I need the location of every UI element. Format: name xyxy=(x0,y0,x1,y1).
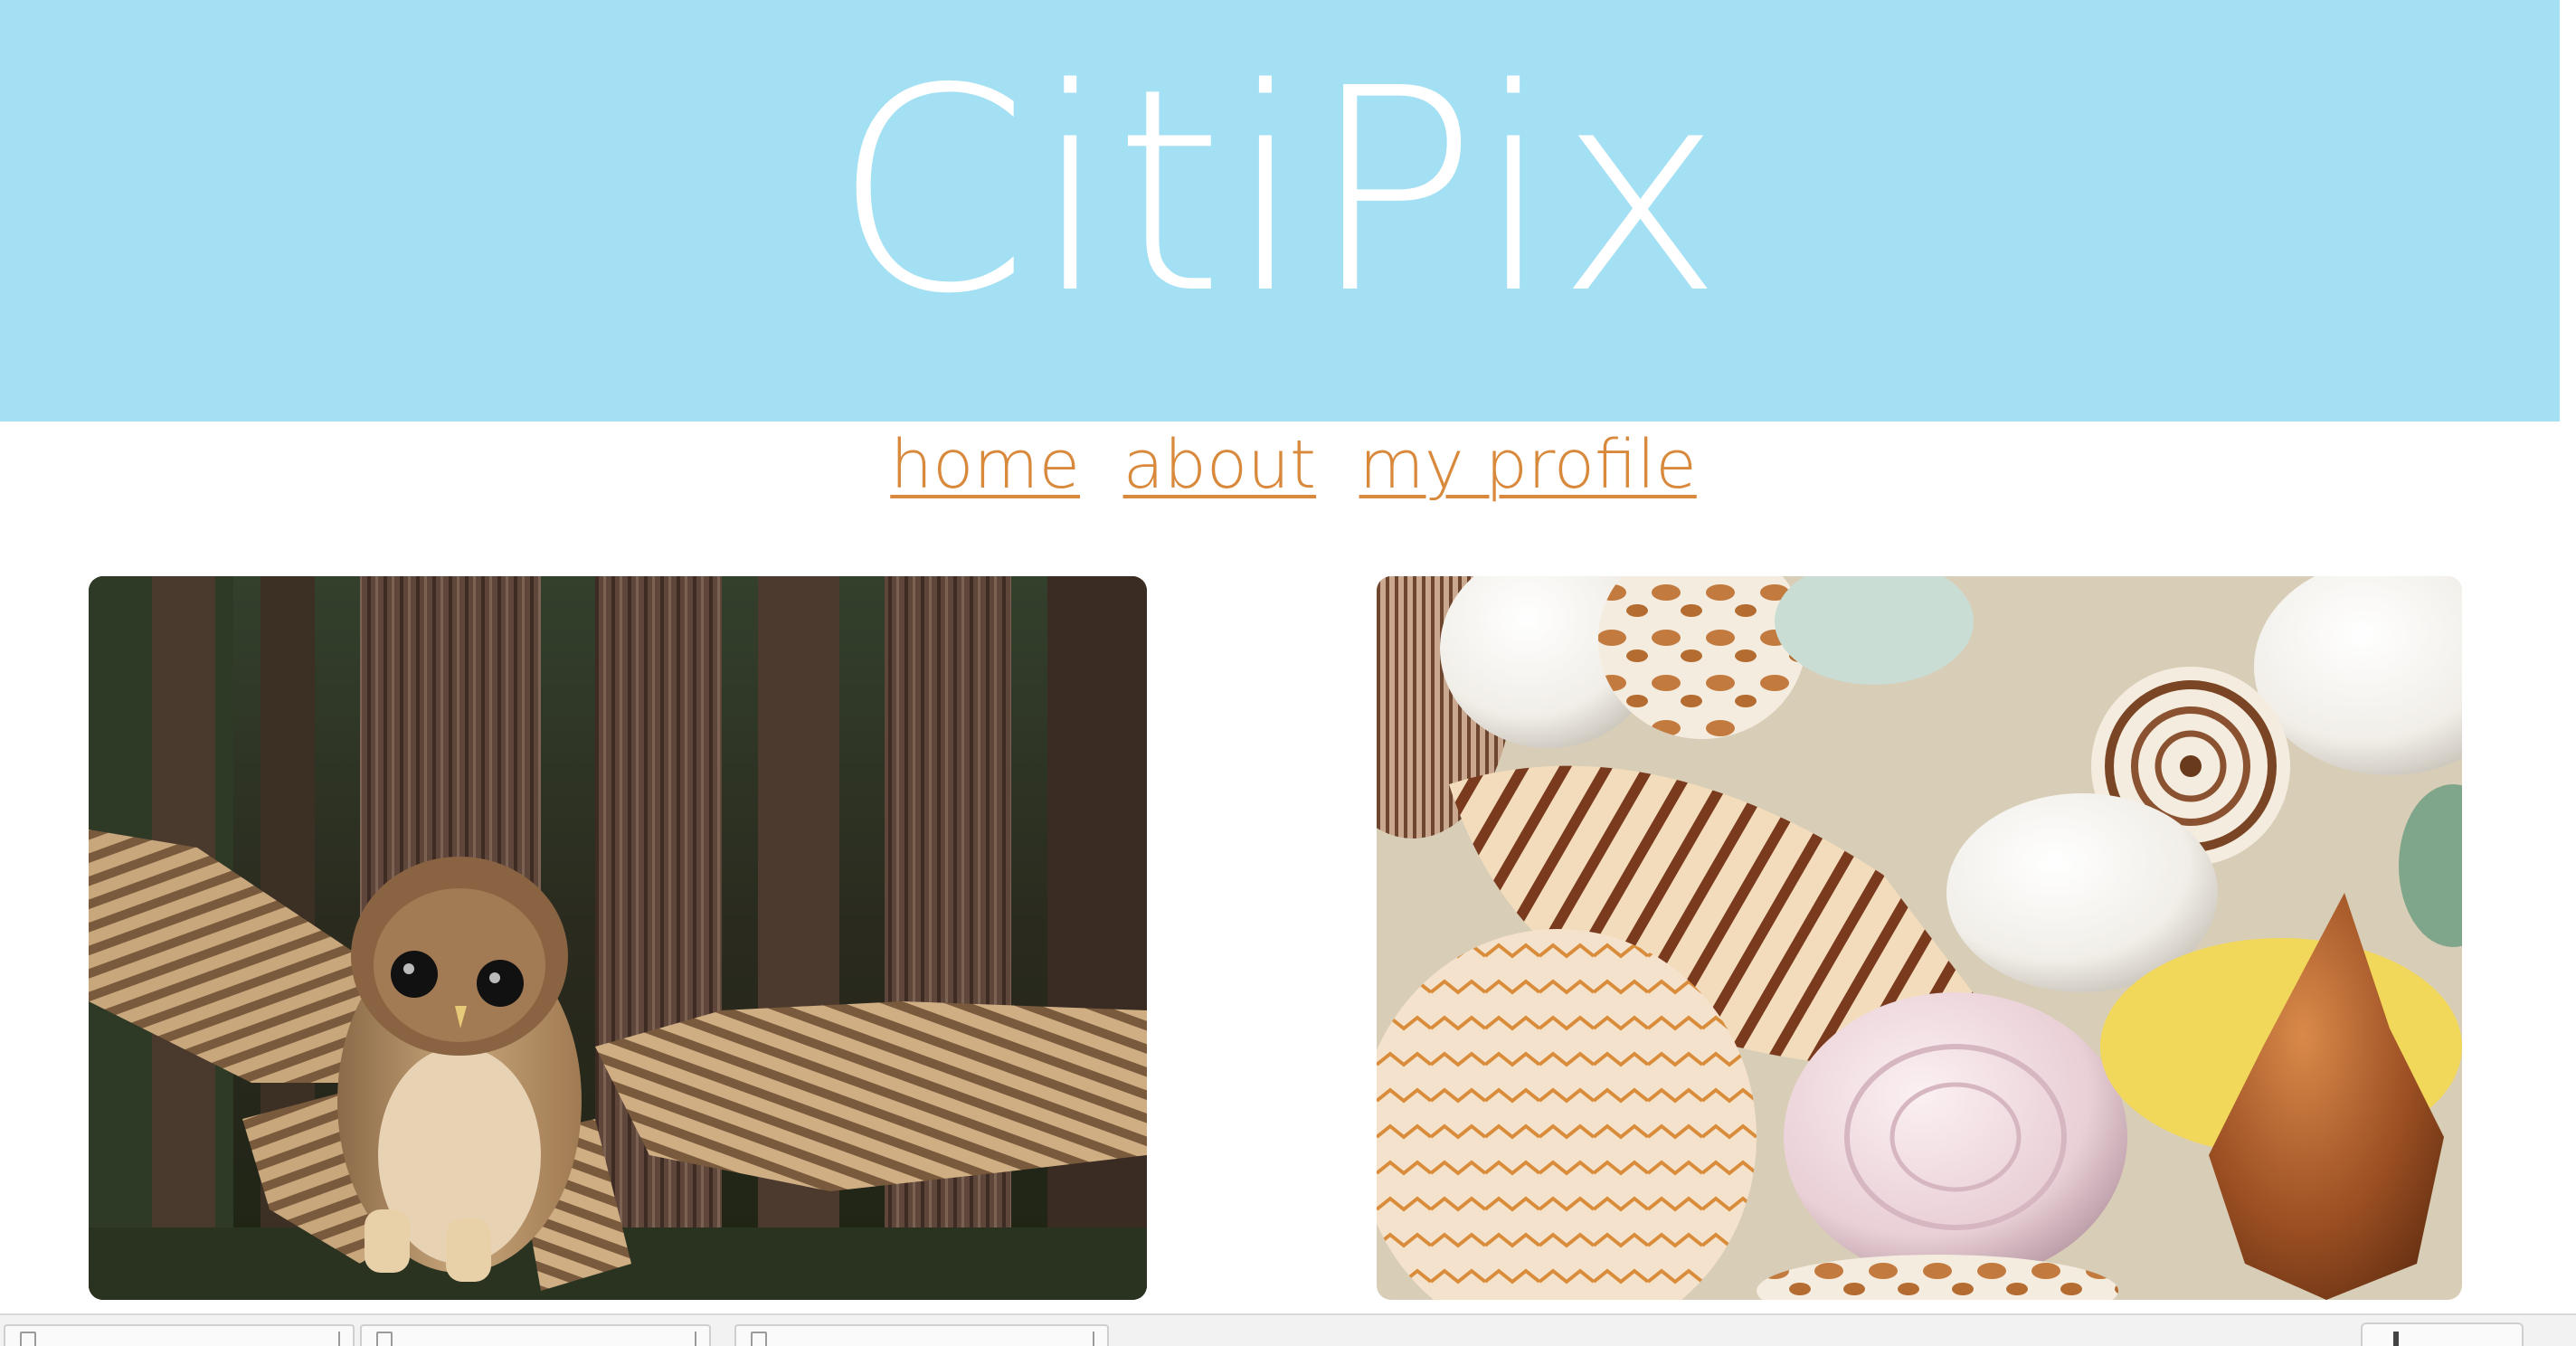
download-item[interactable] xyxy=(734,1324,1109,1346)
photo-gallery xyxy=(0,576,2576,1300)
site-title: CitiPix xyxy=(833,29,1727,355)
download-item[interactable] xyxy=(4,1324,355,1346)
nav-link-about[interactable]: about xyxy=(1123,426,1317,504)
seashells-photo[interactable] xyxy=(1377,576,2462,1300)
owl-photo[interactable] xyxy=(89,576,1147,1300)
owl-photo-image xyxy=(89,576,1147,1300)
document-icon xyxy=(20,1332,36,1346)
show-all-downloads-button[interactable] xyxy=(2361,1322,2524,1346)
download-icon xyxy=(2393,1332,2399,1346)
nav-link-home[interactable]: home xyxy=(890,426,1080,504)
download-item[interactable] xyxy=(360,1324,711,1346)
downloads-bar xyxy=(0,1313,2576,1346)
separator xyxy=(1093,1332,1094,1346)
site-header: CitiPix xyxy=(0,0,2560,422)
separator xyxy=(338,1332,340,1346)
separator xyxy=(695,1332,696,1346)
nav-link-my-profile[interactable]: my profile xyxy=(1359,426,1697,504)
document-icon xyxy=(751,1332,767,1346)
document-icon xyxy=(376,1332,393,1346)
page: CitiPix home about my profile xyxy=(0,0,2576,1346)
seashells-photo-image xyxy=(1377,576,2462,1300)
main-nav: home about my profile xyxy=(0,423,2576,507)
